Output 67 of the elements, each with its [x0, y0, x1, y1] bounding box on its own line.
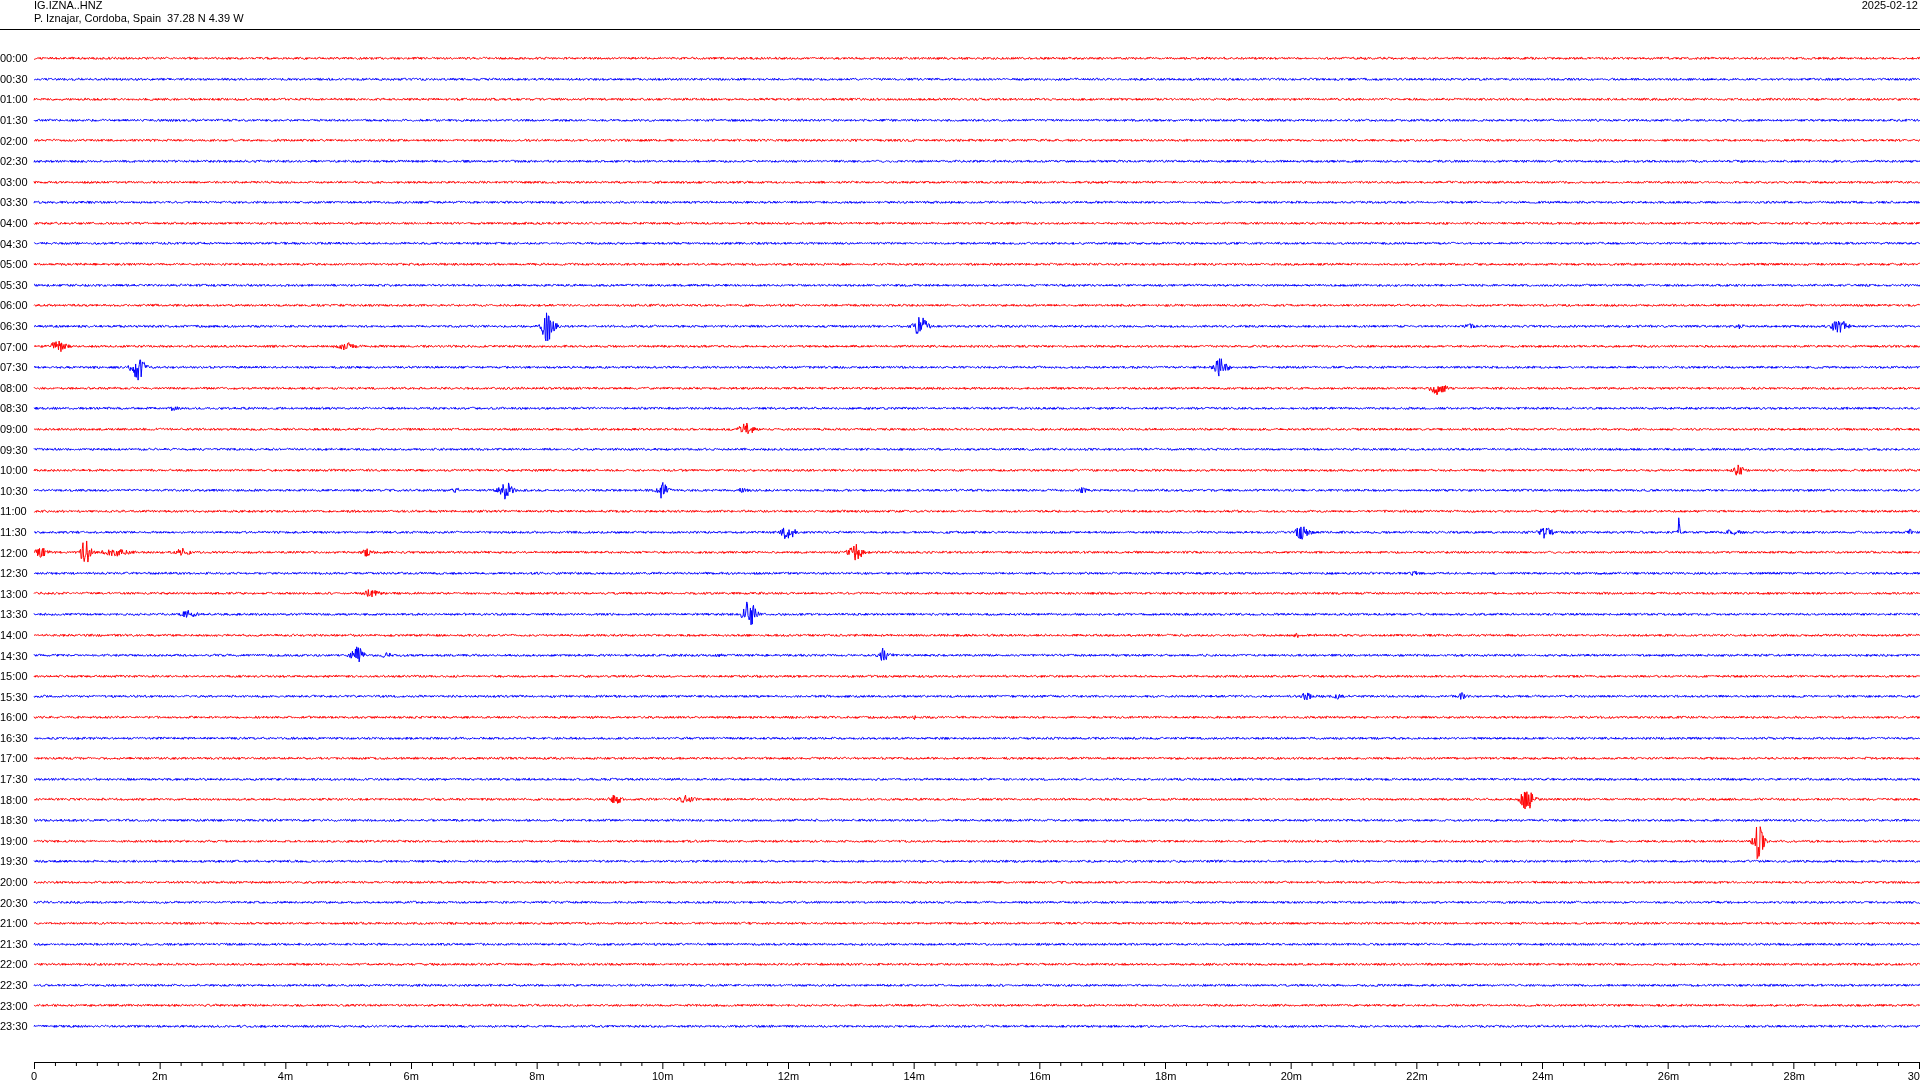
time-label: 19:00 [0, 834, 29, 847]
time-label: 12:30 [0, 567, 29, 580]
axis-tick-label: 24m [1532, 1069, 1554, 1080]
time-label: 22:00 [0, 958, 29, 971]
time-label: 23:00 [0, 999, 29, 1012]
time-label: 21:00 [0, 917, 29, 930]
axis-tick-label: 4m [277, 1069, 294, 1080]
axis-tick-label: 20m [1280, 1069, 1303, 1080]
axis-tick-label: 26m [1657, 1069, 1680, 1080]
time-label: 13:30 [0, 608, 29, 621]
axis-tick-label: 8m [529, 1069, 545, 1080]
axis-tick-label: 0 [30, 1069, 38, 1080]
time-label: 15:30 [0, 690, 29, 703]
time-label: 06:30 [0, 320, 29, 332]
time-label: 19:30 [0, 855, 29, 868]
time-label: 12:00 [0, 546, 29, 559]
date-label: 2025-02-12 [1861, 0, 1919, 13]
axis-tick-label: 28m [1783, 1069, 1805, 1080]
time-label: 08:00 [0, 381, 29, 394]
time-label: 04:30 [0, 237, 29, 250]
axis-tick-label: 14m [903, 1069, 925, 1080]
time-label: 15:00 [0, 670, 29, 683]
time-label: 06:00 [0, 299, 29, 312]
time-label: 14:00 [0, 628, 29, 641]
time-label: 03:30 [0, 196, 29, 209]
axis-tick-label: 2m [152, 1069, 168, 1080]
time-label: 21:30 [0, 937, 29, 950]
time-label: 10:30 [0, 484, 29, 497]
time-label: 18:00 [0, 793, 29, 806]
time-label: 13:00 [0, 587, 29, 600]
axis-tick-label: 30 [1907, 1069, 1920, 1080]
time-label: 14:30 [0, 649, 29, 662]
time-label: 20:30 [0, 896, 29, 909]
time-label: 11:00 [0, 505, 28, 518]
time-label: 02:00 [0, 134, 29, 147]
time-label: 20:00 [0, 876, 29, 889]
time-label: 09:30 [0, 443, 29, 456]
time-label: 05:30 [0, 278, 29, 291]
time-label: 23:30 [0, 1020, 29, 1033]
station-location: P. Iznajar, Cordoba, Spain 37.28 N 4.39 W [34, 12, 244, 25]
axis-tick-label: 12m [777, 1069, 800, 1080]
time-label: 16:30 [0, 731, 29, 744]
time-label: 16:00 [0, 711, 29, 724]
time-label: 03:00 [0, 175, 29, 188]
time-label: 00:30 [0, 72, 29, 85]
time-label: 07:00 [0, 340, 29, 353]
time-label: 05:00 [0, 258, 29, 271]
time-label: 17:00 [0, 752, 29, 765]
time-label: 01:30 [0, 114, 29, 127]
time-label: 02:30 [0, 155, 29, 168]
time-label: 10:00 [0, 464, 29, 477]
axis-tick-label: 10m [651, 1069, 674, 1080]
axis-tick-label: 22m [1406, 1069, 1428, 1080]
time-label: 09:00 [0, 423, 29, 435]
time-label: 18:30 [0, 814, 29, 827]
time-label: 17:30 [0, 773, 29, 786]
time-label: 08:30 [0, 402, 29, 415]
time-label: 01:00 [0, 93, 29, 106]
axis-tick-label: 18m [1154, 1069, 1177, 1080]
station-code: IG.IZNA..HNZ [34, 0, 104, 12]
time-label: 22:30 [0, 979, 29, 991]
axis-tick-label: 16m [1029, 1069, 1051, 1080]
time-label: 07:30 [0, 361, 29, 374]
time-label: 04:00 [0, 217, 29, 230]
time-label: 11:30 [0, 525, 28, 538]
axis-tick-label: 6m [403, 1069, 419, 1080]
time-label: 00:00 [0, 52, 29, 65]
